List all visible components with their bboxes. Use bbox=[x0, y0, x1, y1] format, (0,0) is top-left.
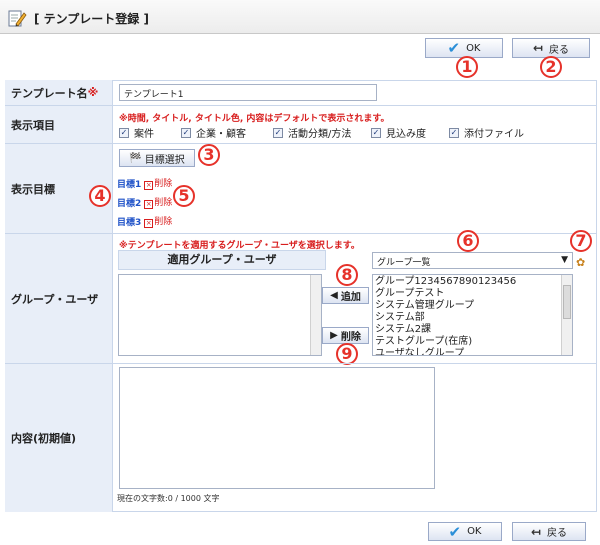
display-items-row: 表示項目 ※時間, タイトル, タイトル色, 内容はデフォルトで表示されます。 … bbox=[5, 105, 597, 143]
content-label: 内容(初期値) bbox=[5, 364, 113, 512]
group-user-picker-icon[interactable]: ✿ bbox=[576, 256, 585, 269]
callout-1: 1 bbox=[456, 56, 478, 78]
goal-link-2[interactable]: 目標2 bbox=[117, 196, 141, 209]
display-items-label: 表示項目 bbox=[5, 106, 113, 143]
ok-button-bottom[interactable]: ✔ OK bbox=[428, 522, 502, 541]
callout-9: 9 bbox=[336, 343, 358, 365]
back-button-label: 戻る bbox=[549, 44, 570, 56]
back-arrow-icon: ↤ bbox=[532, 41, 544, 55]
ok-button-top[interactable]: ✔ OK bbox=[425, 38, 503, 58]
ok-button-label: OK bbox=[466, 42, 481, 54]
template-name-row: テンプレート名 ※ テンプレート1 bbox=[5, 80, 597, 105]
callout-2: 2 bbox=[540, 56, 562, 78]
goal-item-1: 目標1 × 削除 bbox=[117, 176, 172, 190]
group-list-item[interactable]: システム部 bbox=[375, 312, 570, 324]
callout-4: 4 bbox=[89, 185, 111, 207]
checkbox-company[interactable]: ✓ 企業・顧客 bbox=[181, 125, 246, 140]
group-dropdown[interactable]: グループ一覧 ▼ bbox=[372, 252, 573, 269]
back-button-bottom[interactable]: ↤ 戻る bbox=[512, 522, 586, 541]
group-list-item[interactable]: ユーザなしグループ bbox=[375, 348, 570, 355]
right-arrow-icon: ▶ bbox=[330, 330, 338, 341]
callout-3: 3 bbox=[198, 144, 220, 166]
content-textarea[interactable] bbox=[119, 367, 435, 489]
applied-list[interactable] bbox=[118, 274, 322, 356]
goal-link-3[interactable]: 目標3 bbox=[117, 215, 141, 228]
group-user-row: グループ・ユーザ ※テンプレートを適用するグループ・ユーザを選択します。 適用グ… bbox=[5, 233, 597, 363]
remove-button[interactable]: ▶ 削除 bbox=[322, 327, 369, 344]
checkmark-icon: ✔ bbox=[448, 522, 462, 541]
applied-list-scrollbar[interactable] bbox=[310, 275, 321, 355]
goal-item-3: 目標3 × 削除 bbox=[117, 214, 172, 228]
delete-goal-2[interactable]: × 削除 bbox=[144, 195, 172, 209]
delete-goal-1[interactable]: × 削除 bbox=[144, 176, 172, 190]
group-user-label: グループ・ユーザ bbox=[5, 234, 113, 363]
goal-item-2: 目標2 × 削除 bbox=[117, 195, 172, 209]
callout-5: 5 bbox=[173, 185, 195, 207]
delete-goal-3[interactable]: × 削除 bbox=[144, 214, 172, 228]
checkbox-prospect[interactable]: ✓ 見込み度 bbox=[371, 125, 426, 140]
left-arrow-icon: ◀ bbox=[330, 290, 338, 301]
checkbox-activity[interactable]: ✓ 活動分類/方法 bbox=[273, 125, 351, 140]
goal-link-1[interactable]: 目標1 bbox=[117, 177, 141, 190]
group-list[interactable]: グループ1234567890123456 グループテスト システム管理グループ … bbox=[372, 274, 573, 356]
callout-6: 6 bbox=[457, 230, 479, 252]
group-list-item[interactable]: テストグループ(在席) bbox=[375, 336, 570, 348]
content-row: 内容(初期値) 現在の文字数:0 / 1000 文字 bbox=[5, 363, 597, 512]
checkmark-icon: ✔ bbox=[447, 39, 461, 57]
back-arrow-icon: ↤ bbox=[530, 524, 542, 539]
group-list-item[interactable]: グループ1234567890123456 bbox=[375, 276, 570, 288]
required-mark: ※ bbox=[87, 86, 99, 99]
flag-icon: 🏁 bbox=[129, 152, 142, 164]
title-bar: [ テンプレート登録 ] bbox=[0, 0, 600, 34]
group-list-item[interactable]: システム管理グループ bbox=[375, 300, 570, 312]
goal-select-button[interactable]: 🏁 目標選択 bbox=[119, 149, 195, 167]
applied-list-header: 適用グループ・ユーザ bbox=[118, 250, 326, 270]
group-list-item[interactable]: システム2課 bbox=[375, 324, 570, 336]
template-name-label: テンプレート名 ※ bbox=[5, 80, 113, 105]
callout-7: 7 bbox=[570, 230, 592, 252]
edit-document-icon bbox=[8, 10, 27, 27]
callout-8: 8 bbox=[336, 264, 358, 286]
back-button-top[interactable]: ↤ 戻る bbox=[512, 38, 590, 58]
group-list-item[interactable]: グループテスト bbox=[375, 288, 570, 300]
display-items-note: ※時間, タイトル, タイトル色, 内容はデフォルトで表示されます。 bbox=[119, 114, 390, 124]
dropdown-arrow-icon: ▼ bbox=[561, 255, 568, 265]
character-counter: 現在の文字数:0 / 1000 文字 bbox=[117, 494, 220, 503]
template-name-input[interactable]: テンプレート1 bbox=[119, 84, 377, 101]
checkbox-case[interactable]: ✓ 案件 bbox=[119, 125, 154, 140]
checkbox-attachment[interactable]: ✓ 添付ファイル bbox=[449, 125, 524, 140]
add-button[interactable]: ◀ 追加 bbox=[322, 287, 369, 304]
page-title: [ テンプレート登録 ] bbox=[34, 12, 149, 26]
group-list-scrollbar[interactable] bbox=[561, 275, 572, 355]
